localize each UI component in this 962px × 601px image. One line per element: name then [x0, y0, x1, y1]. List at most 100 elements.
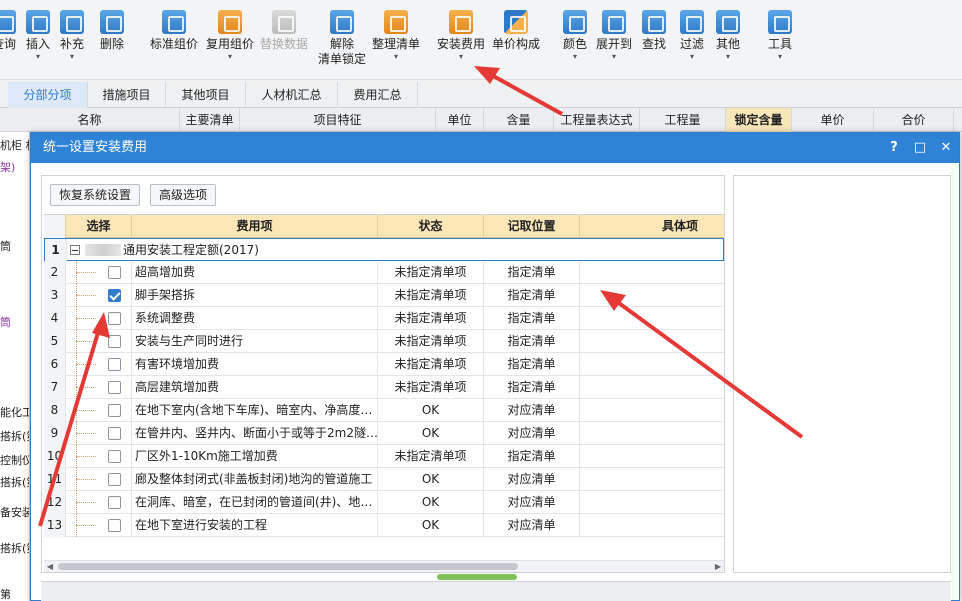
specific-item-cell[interactable] [580, 353, 724, 376]
specific-item-cell[interactable] [580, 468, 724, 491]
standard-price-button[interactable]: 标准组价 [150, 10, 198, 52]
specific-item-cell[interactable] [580, 307, 724, 330]
table-row[interactable]: 7 高层建筑增加费 未指定清单项 指定清单 [44, 376, 724, 399]
tab-other-items[interactable]: 其他项目 [166, 82, 246, 108]
col-quantity[interactable]: 工程量 [640, 108, 726, 132]
table-row[interactable]: 5 安装与生产同时进行 未指定清单项 指定清单 [44, 330, 724, 353]
scrollbar-thumb[interactable] [58, 563, 518, 570]
select-checkbox[interactable] [108, 289, 121, 302]
install-fee-icon [449, 10, 473, 34]
specific-item-cell[interactable] [580, 284, 724, 307]
maximize-button[interactable]: □ [907, 133, 933, 163]
horizontal-scrollbar[interactable]: ◀ ▶ [44, 560, 724, 572]
position-cell[interactable]: 指定清单 [484, 307, 580, 330]
position-cell[interactable]: 指定清单 [484, 261, 580, 284]
select-checkbox[interactable] [108, 266, 121, 279]
col-unit-price[interactable]: 单价 [792, 108, 874, 132]
tab-labor-material[interactable]: 人材机汇总 [246, 82, 338, 108]
expand-to-button[interactable]: 展开到 ▾ [596, 10, 632, 62]
position-cell[interactable]: 指定清单 [484, 353, 580, 376]
table-row[interactable]: 2 超高增加费 未指定清单项 指定清单 [44, 261, 724, 284]
select-checkbox[interactable] [108, 335, 121, 348]
specific-item-cell[interactable] [580, 445, 724, 468]
select-checkbox[interactable] [108, 473, 121, 486]
table-row[interactable]: 10 厂区外1-10Km施工增加费 未指定清单项 指定清单 [44, 445, 724, 468]
scroll-left-icon[interactable]: ◀ [44, 561, 56, 573]
select-checkbox[interactable] [108, 496, 121, 509]
query-button[interactable]: 查询 [0, 10, 16, 52]
specific-item-cell[interactable] [580, 376, 724, 399]
position-cell[interactable]: 指定清单 [484, 376, 580, 399]
tab-fenbu[interactable]: 分部分项 [8, 82, 88, 108]
supplement-button[interactable]: 补充 ▾ [60, 10, 84, 62]
unit-price-button[interactable]: 单价构成 [492, 10, 540, 52]
specific-item-header[interactable]: 具体项 [580, 215, 724, 238]
specific-item-cell[interactable] [580, 491, 724, 514]
select-checkbox[interactable] [108, 404, 121, 417]
unlock-list-button[interactable]: 解除 清单锁定 [318, 10, 366, 67]
chevron-down-icon: ▾ [612, 52, 617, 61]
position-cell[interactable]: 指定清单 [484, 284, 580, 307]
find-button[interactable]: 查找 [642, 10, 666, 52]
select-checkbox[interactable] [108, 381, 121, 394]
install-fee-button[interactable]: 安装费用 ▾ [437, 10, 485, 62]
position-cell[interactable]: 对应清单 [484, 422, 580, 445]
position-cell[interactable]: 指定清单 [484, 330, 580, 353]
replace-data-button[interactable]: 替换数据 [260, 10, 308, 52]
table-row[interactable]: 1 通用安装工程定额(2017) [44, 238, 724, 262]
fee-item-header[interactable]: 费用项 [132, 215, 378, 238]
color-button[interactable]: 颜色 ▾ [563, 10, 587, 62]
position-cell[interactable]: 对应清单 [484, 468, 580, 491]
select-checkbox[interactable] [108, 312, 121, 325]
tab-fee-summary[interactable]: 费用汇总 [338, 82, 418, 108]
col-content[interactable]: 含量 [484, 108, 554, 132]
table-row[interactable]: 13 在地下室进行安装的工程 OK 对应清单 [44, 514, 724, 537]
table-row[interactable]: 12 在洞库、暗室，在已封闭的管道间(井)、地… OK 对应清单 [44, 491, 724, 514]
col-main-list[interactable]: 主要清单 [180, 108, 240, 132]
table-row[interactable]: 11 廊及整体封闭式(非盖板封闭)地沟的管道施工 OK 对应清单 [44, 468, 724, 491]
col-features[interactable]: 项目特征 [240, 108, 436, 132]
position-header[interactable]: 记取位置 [484, 215, 580, 238]
reuse-price-button[interactable]: 复用组价 ▾ [206, 10, 254, 62]
select-checkbox[interactable] [108, 519, 121, 532]
help-button[interactable]: ? [881, 133, 907, 163]
table-row[interactable]: 8 在地下室内(含地下车库)、暗室内、净高度… OK 对应清单 [44, 399, 724, 422]
specific-item-cell[interactable] [580, 514, 724, 537]
filter-button[interactable]: 过滤 ▾ [680, 10, 704, 62]
organize-list-button[interactable]: 整理清单 ▾ [372, 10, 420, 62]
close-button[interactable]: ✕ [933, 133, 959, 163]
specific-item-cell[interactable] [580, 261, 724, 284]
select-cell [66, 353, 132, 376]
select-checkbox[interactable] [108, 427, 121, 440]
collapse-icon[interactable] [70, 245, 80, 255]
specific-item-cell[interactable] [580, 399, 724, 422]
col-locked-content[interactable]: 锁定含量 [726, 108, 792, 132]
restore-system-settings-button[interactable]: 恢复系统设置 [50, 184, 141, 206]
col-total-price[interactable]: 合价 [874, 108, 954, 132]
select-checkbox[interactable] [108, 358, 121, 371]
advanced-options-button[interactable]: 高级选项 [150, 184, 217, 206]
delete-button[interactable]: 删除 [100, 10, 124, 52]
col-unit[interactable]: 单位 [436, 108, 484, 132]
table-row[interactable]: 4 系统调整费 未指定清单项 指定清单 [44, 307, 724, 330]
position-cell[interactable]: 对应清单 [484, 514, 580, 537]
status-header[interactable]: 状态 [378, 215, 484, 238]
position-cell[interactable]: 指定清单 [484, 445, 580, 468]
col-name[interactable]: 名称 [0, 108, 180, 132]
table-row[interactable]: 3 脚手架搭拆 未指定清单项 指定清单 [44, 284, 724, 307]
table-row[interactable]: 9 在管井内、竖井内、断面小于或等于2m2隧… OK 对应清单 [44, 422, 724, 445]
splitter-handle[interactable] [437, 574, 517, 580]
select-checkbox[interactable] [108, 450, 121, 463]
col-quantity-expr[interactable]: 工程量表达式 [554, 108, 640, 132]
specific-item-cell[interactable] [580, 330, 724, 353]
insert-button[interactable]: 插入 ▾ [26, 10, 50, 62]
position-cell[interactable]: 对应清单 [484, 491, 580, 514]
specific-item-cell[interactable] [580, 422, 724, 445]
select-header[interactable]: 选择 [66, 215, 132, 238]
table-row[interactable]: 6 有害环境增加费 未指定清单项 指定清单 [44, 353, 724, 376]
tools-button[interactable]: 工具 ▾ [768, 10, 792, 62]
scroll-right-icon[interactable]: ▶ [712, 561, 724, 573]
other-button[interactable]: 其他 ▾ [716, 10, 740, 62]
tab-measures[interactable]: 措施项目 [88, 82, 166, 108]
position-cell[interactable]: 对应清单 [484, 399, 580, 422]
